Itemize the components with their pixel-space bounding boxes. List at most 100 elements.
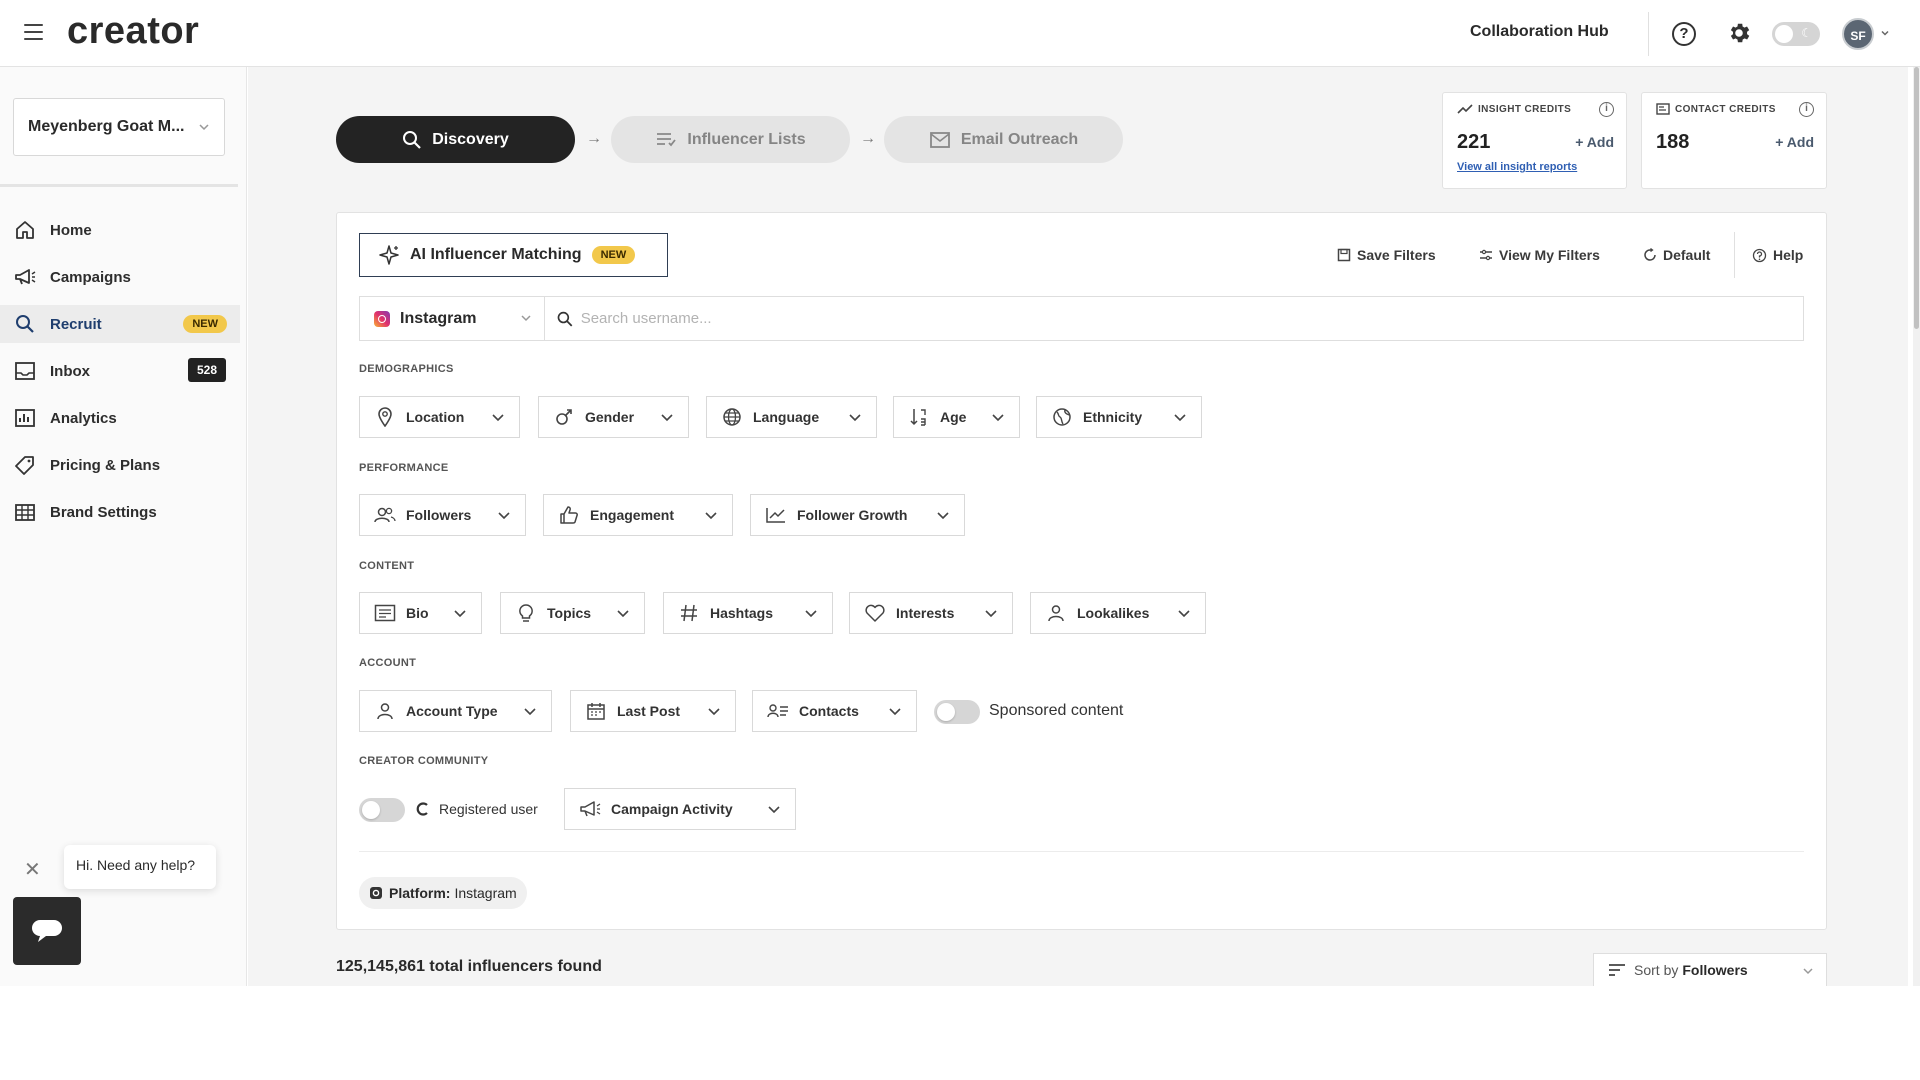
collaboration-hub-link[interactable]: Collaboration Hub xyxy=(1470,23,1609,41)
contact-credits-title: CONTACT CREDITS xyxy=(1656,103,1776,115)
filter-gender[interactable]: Gender xyxy=(538,396,689,438)
toolbar-divider xyxy=(1734,232,1735,278)
theme-toggle[interactable]: ☾ xyxy=(1772,22,1820,46)
scrollbar-thumb[interactable] xyxy=(1914,67,1919,329)
section-account: ACCOUNT xyxy=(359,657,417,669)
filter-label: Ethnicity xyxy=(1083,409,1143,425)
close-icon[interactable]: ✕ xyxy=(24,857,41,882)
filter-bio[interactable]: Bio xyxy=(359,592,482,634)
filter-label: Campaign Activity xyxy=(611,801,733,817)
chevron-down-icon xyxy=(992,414,1004,422)
help-label: Help xyxy=(1773,247,1804,263)
info-icon[interactable]: i xyxy=(1599,102,1614,117)
sort-numeric-icon xyxy=(908,406,930,428)
chat-button[interactable] xyxy=(13,897,81,965)
save-filters-button[interactable]: Save Filters xyxy=(1337,247,1436,263)
insight-credits-card: INSIGHT CREDITS i 221 + Add View all ins… xyxy=(1442,92,1627,189)
brand-selector[interactable]: Meyenberg Goat M... xyxy=(13,98,225,156)
hashtag-icon xyxy=(678,602,700,624)
filter-language[interactable]: Language xyxy=(706,396,877,438)
insight-credits-title: INSIGHT CREDITS xyxy=(1457,103,1571,115)
filter-sliders-icon xyxy=(1480,249,1492,261)
filter-follower-growth[interactable]: Follower Growth xyxy=(750,494,965,536)
help-button[interactable]: Help xyxy=(1752,247,1803,263)
sponsored-content-toggle[interactable] xyxy=(934,700,980,724)
step-discovery[interactable]: Discovery xyxy=(336,116,575,163)
filter-age[interactable]: Age xyxy=(893,396,1020,438)
sidebar-item-label: Home xyxy=(50,221,92,239)
sidebar-item-campaigns[interactable]: Campaigns xyxy=(0,258,240,296)
megaphone-icon xyxy=(15,269,36,285)
filter-label: Last Post xyxy=(617,703,681,719)
filter-campaign-activity[interactable]: Campaign Activity xyxy=(564,788,796,830)
filter-last-post[interactable]: Last Post xyxy=(570,690,736,732)
view-insight-reports-link[interactable]: View all insight reports xyxy=(1457,161,1577,173)
chevron-down-icon xyxy=(1803,968,1813,975)
filter-followers[interactable]: Followers xyxy=(359,494,526,536)
search-field xyxy=(545,297,1803,340)
sidebar-item-recruit[interactable]: Recruit NEW xyxy=(0,305,240,343)
sidebar-item-label: Recruit xyxy=(50,315,102,333)
registered-user-toggle[interactable] xyxy=(359,798,405,822)
ai-influencer-matching-button[interactable]: AI Influencer Matching NEW xyxy=(359,233,668,277)
sidebar-item-brand-settings[interactable]: Brand Settings xyxy=(0,493,240,531)
creator-logo-icon xyxy=(416,802,428,816)
info-icon[interactable]: i xyxy=(1799,102,1814,117)
sort-dropdown[interactable]: Sort by Followers xyxy=(1593,953,1827,986)
step-influencer-lists[interactable]: Influencer Lists xyxy=(611,116,850,163)
chevron-down-icon xyxy=(849,414,861,422)
sort-prefix: Sort by xyxy=(1634,962,1679,978)
document-icon xyxy=(374,602,396,624)
filter-topics[interactable]: Topics xyxy=(500,592,645,634)
scrollbar[interactable] xyxy=(1913,67,1920,986)
heart-icon xyxy=(864,602,886,624)
filter-account-type[interactable]: Account Type xyxy=(359,690,552,732)
filter-label: Language xyxy=(753,409,820,425)
contact-card-icon xyxy=(1656,103,1670,115)
filter-contacts[interactable]: Contacts xyxy=(752,690,917,732)
filter-location[interactable]: Location xyxy=(359,396,520,438)
earth-icon xyxy=(1051,406,1073,428)
avatar[interactable]: SF xyxy=(1842,18,1874,50)
chevron-down-icon[interactable] xyxy=(1880,28,1890,38)
step-email-outreach[interactable]: Email Outreach xyxy=(884,116,1123,163)
location-pin-icon xyxy=(374,406,396,428)
registered-user-label: Registered user xyxy=(439,801,538,817)
chat-prompt[interactable]: Hi. Need any help? xyxy=(64,845,216,889)
instagram-icon xyxy=(374,310,390,327)
sort-value: Followers xyxy=(1682,962,1748,978)
search-username-input[interactable] xyxy=(580,310,1803,327)
add-insight-credits-button[interactable]: + Add xyxy=(1575,134,1614,150)
sidebar-item-analytics[interactable]: Analytics xyxy=(0,399,240,437)
add-contact-credits-button[interactable]: + Add xyxy=(1775,134,1814,150)
filter-ethnicity[interactable]: Ethnicity xyxy=(1036,396,1202,438)
applied-filter-chip[interactable]: Platform: Instagram xyxy=(359,877,527,909)
view-my-filters-button[interactable]: View My Filters xyxy=(1479,247,1600,263)
filter-lookalikes[interactable]: Lookalikes xyxy=(1030,592,1206,634)
default-button[interactable]: Default xyxy=(1643,247,1710,263)
filter-label: Follower Growth xyxy=(797,507,908,523)
filter-hashtags[interactable]: Hashtags xyxy=(663,592,833,634)
menu-icon[interactable] xyxy=(24,24,43,40)
sidebar-item-home[interactable]: Home xyxy=(0,211,240,249)
gear-icon[interactable] xyxy=(1726,20,1752,46)
filter-engagement[interactable]: Engagement xyxy=(543,494,733,536)
chevron-down-icon xyxy=(498,512,510,520)
filter-interests[interactable]: Interests xyxy=(849,592,1013,634)
help-icon[interactable]: ? xyxy=(1672,22,1696,46)
save-icon xyxy=(1337,248,1351,262)
inbox-count-badge: 528 xyxy=(187,358,226,382)
app-logo[interactable]: creator xyxy=(67,10,199,53)
insight-credits-value: 221 xyxy=(1457,131,1491,153)
contact-credits-title-text: CONTACT CREDITS xyxy=(1675,103,1776,115)
sidebar-item-label: Brand Settings xyxy=(50,503,157,521)
chat-icon xyxy=(32,920,62,942)
sidebar-item-pricing[interactable]: Pricing & Plans xyxy=(0,446,240,484)
chevron-down-icon xyxy=(524,708,536,716)
search-icon xyxy=(16,315,34,333)
sidebar-item-inbox[interactable]: Inbox 528 xyxy=(0,352,240,390)
platform-dropdown[interactable]: Instagram xyxy=(360,297,545,340)
save-filters-label: Save Filters xyxy=(1357,247,1436,263)
sponsored-content-label: Sponsored content xyxy=(989,702,1124,719)
help-circle-icon xyxy=(1752,248,1767,262)
